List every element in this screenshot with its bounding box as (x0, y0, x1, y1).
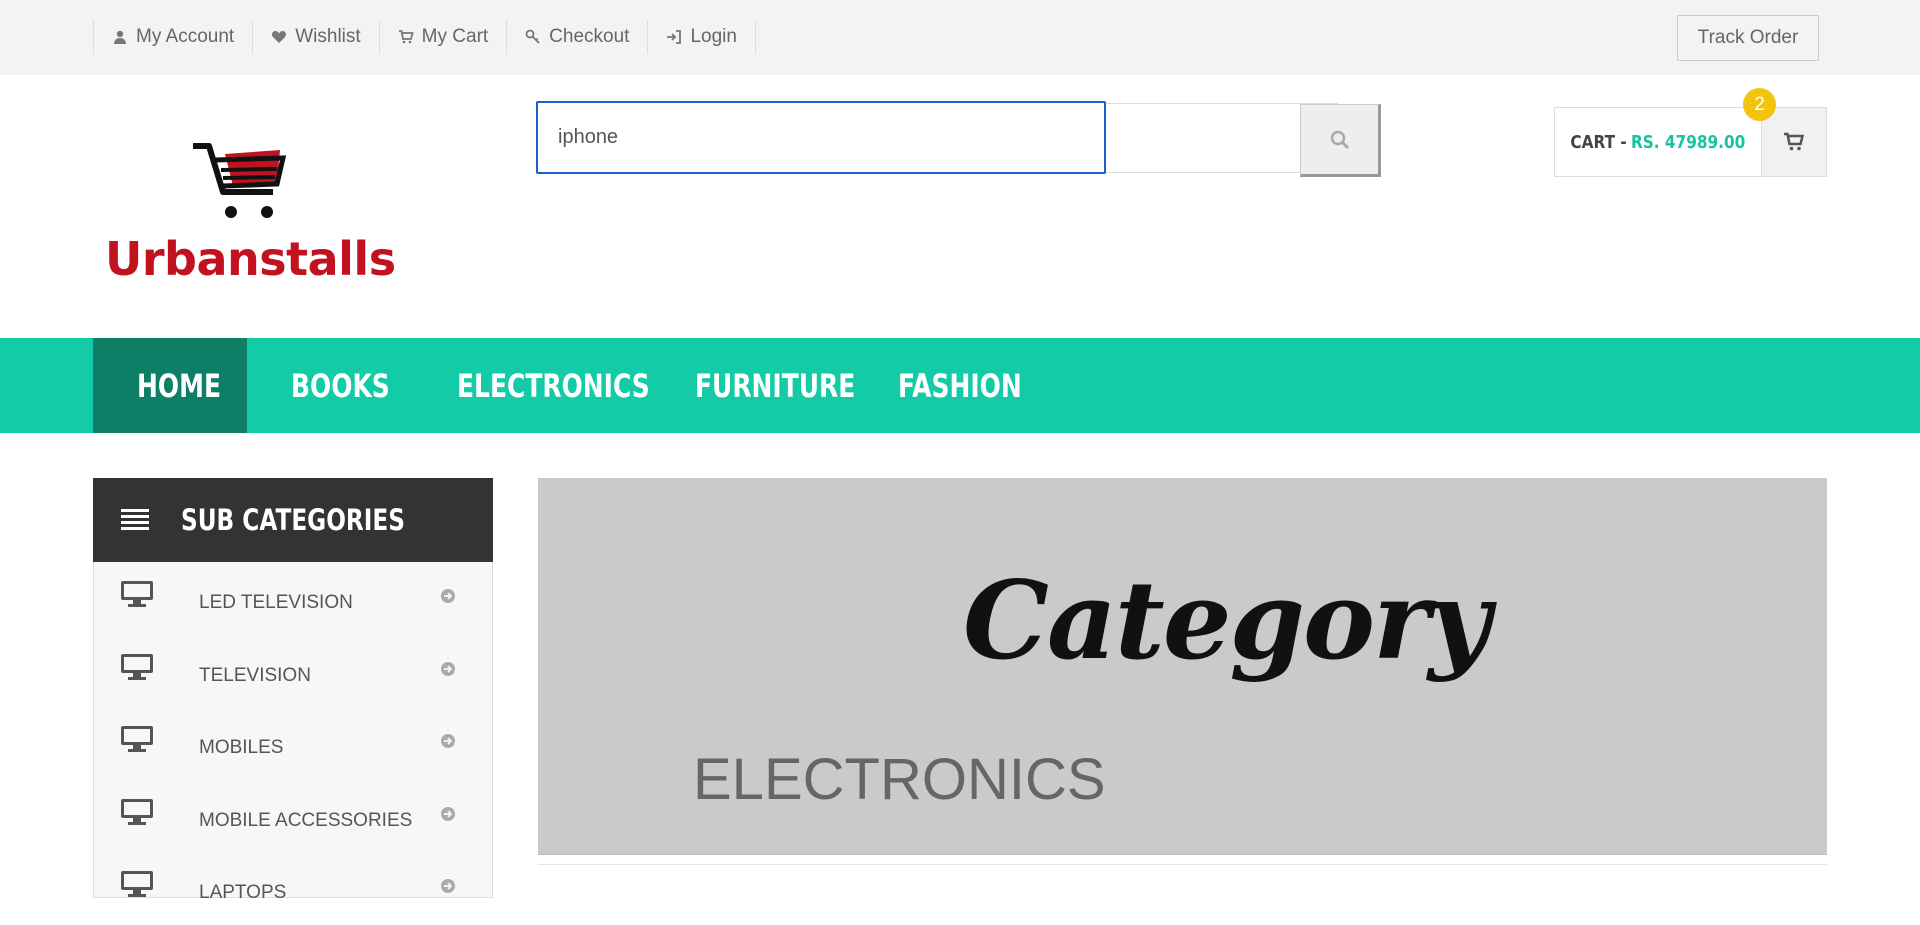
nav-item-books[interactable]: BOOKS (247, 338, 413, 433)
main-nav: HOME BOOKS ELECTRONICS FURNITURE FASHION (0, 338, 1920, 433)
sub-categories-sidebar: SUB CATEGORIES LED TELEVISION TELEVISION… (93, 478, 493, 903)
divider (538, 864, 1827, 865)
nav-item-furniture-label: FURNITURE (695, 366, 856, 405)
top-links: My Account Wishlist My Cart Checkout Log… (93, 20, 756, 54)
banner-title: ELECTRONICS (693, 747, 1106, 812)
user-icon (114, 30, 126, 44)
my-cart-link[interactable]: My Cart (378, 20, 507, 54)
nav-item-home[interactable]: HOME (93, 338, 247, 433)
search-input[interactable] (536, 101, 1106, 174)
logo-cart-icon (193, 143, 287, 218)
sidebar-item-led-television[interactable]: LED TELEVISION (94, 562, 492, 635)
monitor-icon (121, 798, 153, 825)
cart-label: CART - (1570, 131, 1627, 153)
login-link[interactable]: Login (647, 20, 756, 54)
wishlist-label: Wishlist (295, 26, 361, 47)
cart-icon (1783, 132, 1804, 151)
nav-item-fashion-label: FASHION (898, 366, 1022, 405)
sidebar-title: SUB CATEGORIES (181, 503, 405, 537)
sidebar-header: SUB CATEGORIES (93, 478, 493, 562)
site-logo[interactable]: Urbanstalls (105, 140, 396, 286)
sidebar-item-laptops[interactable]: LAPTOPS (94, 852, 492, 925)
nav-item-electronics[interactable]: ELECTRONICS (413, 338, 651, 433)
checkout-link[interactable]: Checkout (506, 20, 647, 54)
top-bar: My Account Wishlist My Cart Checkout Log… (0, 0, 1920, 75)
monitor-icon (121, 871, 153, 897)
search-icon (1330, 130, 1349, 149)
search-button[interactable] (1300, 104, 1381, 177)
arrow-circle-right-icon (441, 589, 455, 603)
logo-text: Urbanstalls (105, 232, 396, 286)
sign-in-icon (667, 30, 682, 44)
sidebar-item-label: TELEVISION (199, 664, 311, 686)
my-cart-label: My Cart (421, 26, 489, 47)
sidebar-item-mobile-accessories[interactable]: MOBILE ACCESSORIES (94, 780, 492, 853)
cart-summary: CART - RS. 47989.00 (1570, 108, 1745, 176)
list-icon (121, 509, 149, 530)
cart-count-badge: 2 (1743, 88, 1776, 121)
nav-item-home-label: HOME (137, 366, 221, 405)
banner-script-text: Category (963, 558, 1491, 684)
nav-item-electronics-label: ELECTRONICS (457, 366, 650, 405)
my-account-label: My Account (136, 26, 235, 47)
cart-price: RS. 47989.00 (1630, 131, 1746, 153)
monitor-icon (121, 726, 153, 752)
sidebar-item-label: MOBILES (199, 737, 284, 758)
login-label: Login (690, 26, 737, 47)
sidebar-item-label: LAPTOPS (199, 882, 287, 903)
my-account-link[interactable]: My Account (93, 20, 252, 54)
nav-items: HOME BOOKS ELECTRONICS FURNITURE FASHION (93, 338, 1034, 433)
nav-item-fashion[interactable]: FASHION (854, 338, 1034, 433)
heart-icon (272, 31, 287, 43)
arrow-circle-right-icon (441, 734, 455, 748)
arrow-circle-right-icon (441, 661, 455, 676)
arrow-circle-right-icon (441, 806, 455, 821)
key-icon (525, 29, 540, 44)
checkout-label: Checkout (549, 26, 630, 47)
monitor-icon (121, 581, 153, 607)
sidebar-item-label: LED TELEVISION (199, 592, 353, 613)
nav-item-books-label: BOOKS (291, 366, 390, 405)
sidebar-item-label: MOBILE ACCESSORIES (199, 809, 413, 831)
nav-item-furniture[interactable]: FURNITURE (651, 338, 856, 433)
search-bar (536, 101, 1381, 177)
cart-button[interactable] (1760, 108, 1826, 176)
header-cart[interactable]: CART - RS. 47989.00 (1554, 107, 1827, 177)
track-order-button[interactable]: Track Order (1677, 15, 1819, 61)
monitor-icon (121, 653, 153, 680)
cart-icon (398, 30, 414, 44)
sidebar-item-mobiles[interactable]: MOBILES (94, 707, 492, 780)
sidebar-item-television[interactable]: TELEVISION (94, 635, 492, 708)
category-banner: Category ELECTRONICS (538, 478, 1827, 855)
wishlist-link[interactable]: Wishlist (252, 20, 378, 54)
